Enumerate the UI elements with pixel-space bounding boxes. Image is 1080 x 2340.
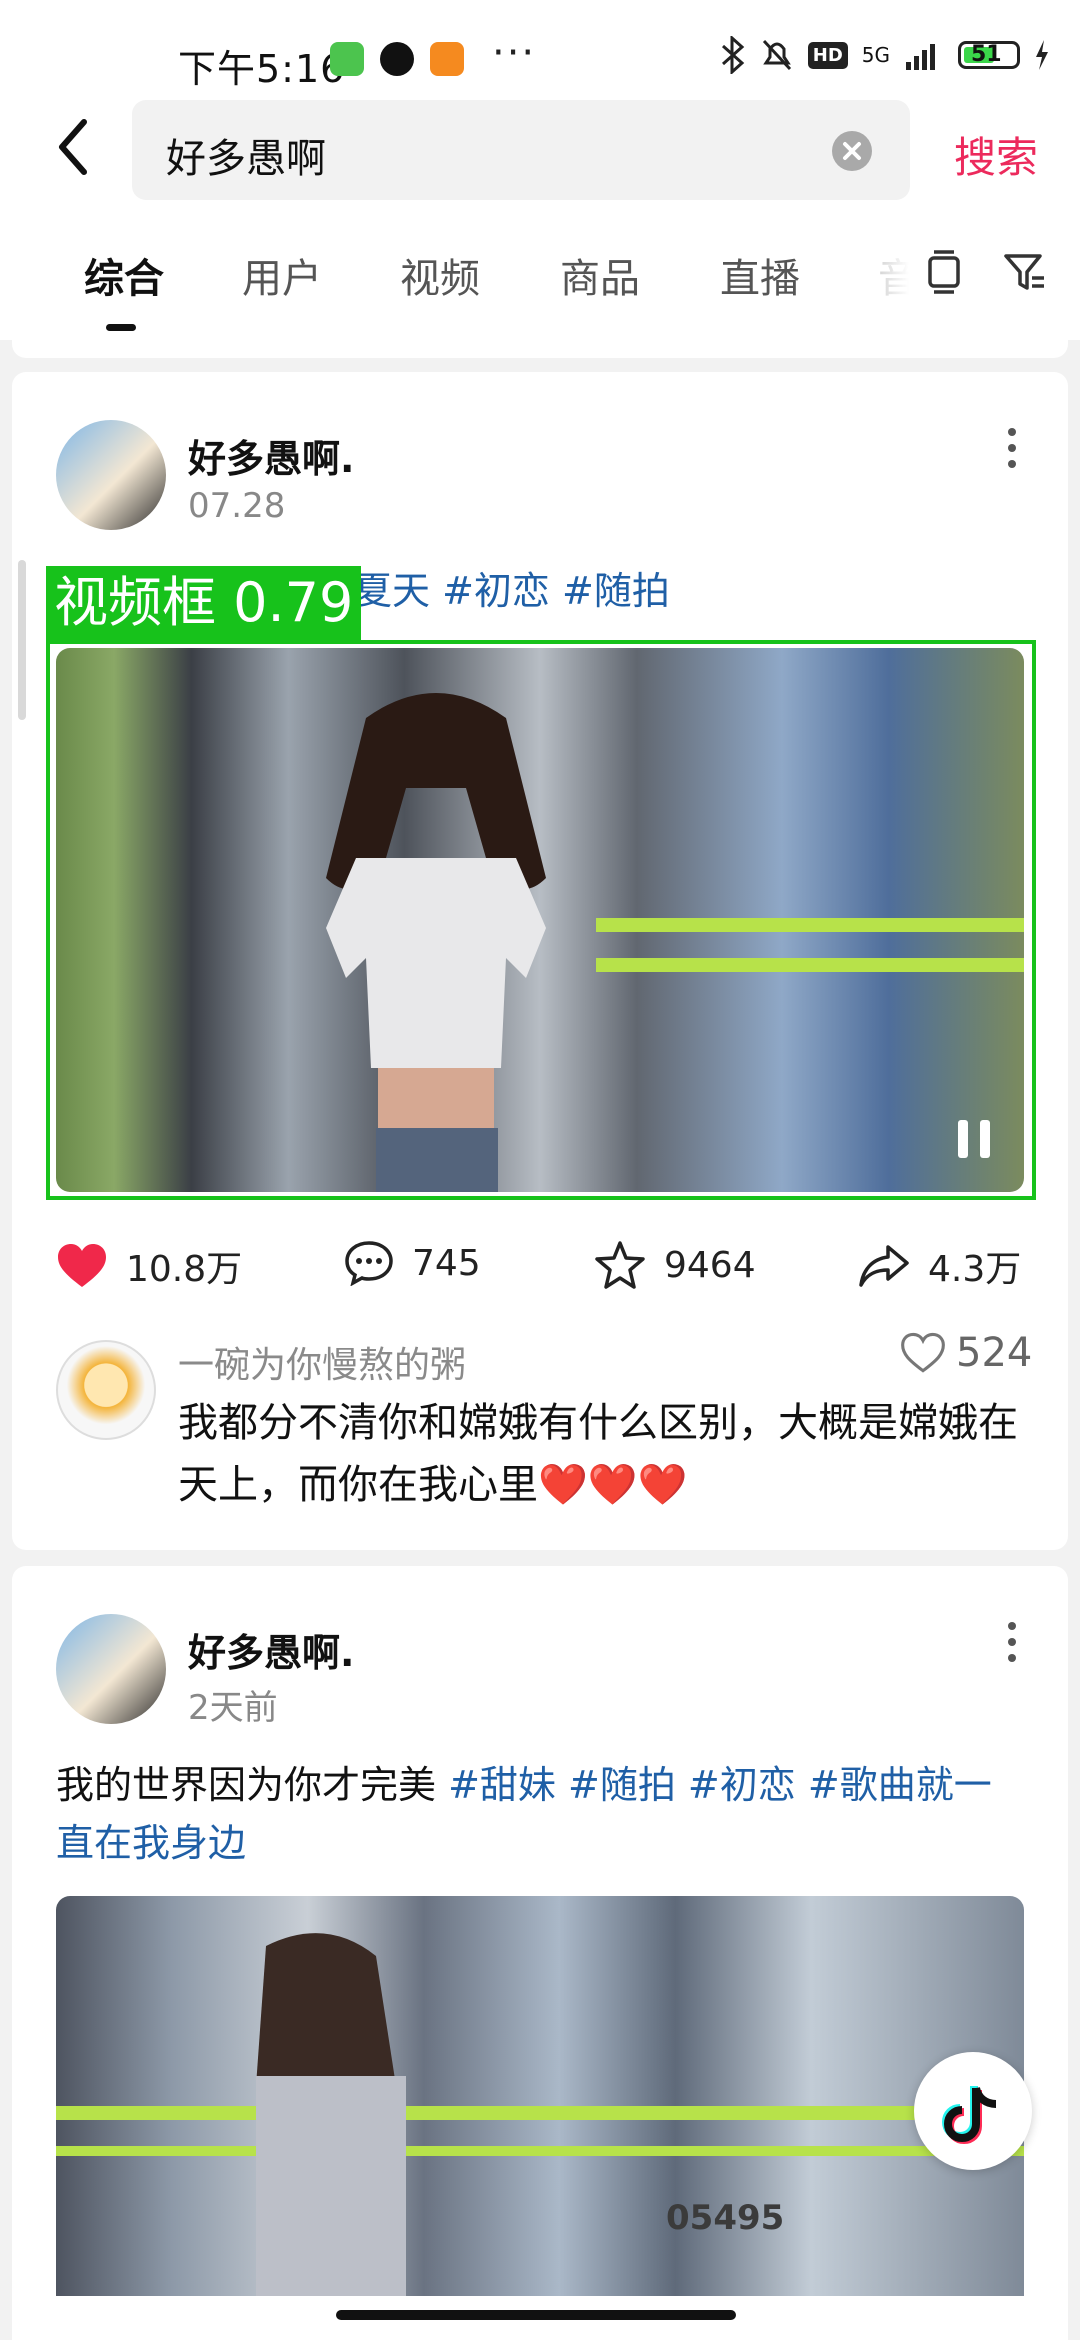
heart-filled-icon bbox=[58, 1244, 106, 1287]
wechat-icon bbox=[330, 42, 364, 76]
author-name[interactable]: 好多愚啊. bbox=[188, 1622, 354, 1677]
comment-icon bbox=[345, 1241, 393, 1286]
comment-stat[interactable]: 745 bbox=[344, 1240, 481, 1286]
status-right: HD 5G 51 bbox=[720, 36, 1050, 74]
avatar[interactable] bbox=[56, 420, 166, 530]
signal-bars-icon bbox=[906, 44, 935, 70]
video-thumbnail[interactable]: 05495 bbox=[56, 1896, 1024, 2296]
caption-text: 我的世界因为你才完美 bbox=[56, 1763, 449, 1807]
share-icon bbox=[859, 1245, 909, 1287]
battery-icon: 51 bbox=[958, 41, 1020, 69]
home-indicator[interactable] bbox=[336, 2310, 736, 2320]
share-count: 4.3万 bbox=[928, 1249, 1022, 1290]
comment-like[interactable]: 524 bbox=[900, 1330, 1032, 1376]
scrollbar[interactable] bbox=[18, 560, 26, 720]
tab-all[interactable]: 综合 bbox=[84, 246, 164, 304]
like-count: 10.8万 bbox=[126, 1249, 243, 1290]
detection-label: 视频框 0.79 bbox=[46, 566, 362, 640]
comment-count: 745 bbox=[412, 1242, 481, 1284]
favorite-stat[interactable]: 9464 bbox=[594, 1240, 756, 1290]
caption-hashtags[interactable]: 夏天 #初恋 #随拍 bbox=[354, 569, 670, 613]
previous-card-edge bbox=[12, 340, 1068, 358]
video-scene bbox=[56, 2106, 1024, 2120]
search-button[interactable]: 搜索 bbox=[954, 124, 1038, 185]
post-caption: 夏天 #初恋 #随拍 bbox=[354, 562, 670, 620]
tab-live[interactable]: 直播 bbox=[720, 246, 800, 304]
hd-badge: HD bbox=[807, 41, 848, 69]
comment-like-count: 524 bbox=[956, 1330, 1033, 1376]
search-query-text: 好多愚啊 bbox=[166, 136, 326, 182]
detection-box bbox=[46, 640, 1036, 1200]
app-58-icon bbox=[430, 42, 464, 76]
more-notifications-icon: ··· bbox=[492, 30, 537, 76]
filter-icon[interactable] bbox=[1000, 248, 1048, 296]
mute-bell-icon bbox=[762, 39, 791, 71]
tab-videos[interactable]: 视频 bbox=[400, 246, 480, 304]
status-time: 下午5:16 bbox=[178, 47, 346, 91]
avatar[interactable] bbox=[56, 1614, 166, 1724]
douyin-button[interactable] bbox=[914, 2052, 1032, 2170]
comment-username[interactable]: 一碗为你慢熬的粥 bbox=[178, 1336, 466, 1388]
comment-text: 我都分不清你和嫦娥有什么区别，大概是嫦娥在天上，而你在我心里❤️❤️❤️ bbox=[178, 1400, 1018, 1508]
qq-icon bbox=[380, 42, 414, 76]
post-caption: 我的世界因为你才完美 #甜妹 #随拍 #初恋 #歌曲就一直在我身边 bbox=[56, 1756, 1016, 1872]
author-name[interactable]: 好多愚啊. bbox=[188, 428, 354, 483]
share-stat[interactable]: 4.3万 bbox=[858, 1240, 1021, 1292]
tab-users[interactable]: 用户 bbox=[242, 246, 322, 304]
back-arrow-icon[interactable] bbox=[48, 112, 100, 182]
more-options-icon[interactable] bbox=[1006, 1618, 1018, 1666]
star-icon bbox=[595, 1241, 645, 1289]
like-stat[interactable]: 10.8万 bbox=[56, 1240, 242, 1292]
comment-avatar[interactable] bbox=[56, 1340, 156, 1440]
clear-search-icon[interactable] bbox=[832, 131, 872, 171]
bluetooth-icon bbox=[721, 36, 744, 74]
tab-products[interactable]: 商品 bbox=[560, 246, 640, 304]
layout-toggle-icon[interactable] bbox=[920, 248, 968, 296]
post-date: 2天前 bbox=[188, 1688, 278, 1728]
video-scene bbox=[56, 2146, 1024, 2156]
active-tab-indicator bbox=[106, 324, 136, 331]
post-date: 07.28 bbox=[188, 486, 286, 526]
charging-icon bbox=[1036, 40, 1048, 70]
video-figure bbox=[256, 1933, 406, 2296]
douyin-logo-icon bbox=[941, 2086, 997, 2145]
more-options-icon[interactable] bbox=[1006, 424, 1018, 472]
heart-outline-icon bbox=[901, 1332, 945, 1373]
train-number: 05495 bbox=[666, 2198, 785, 2238]
signal-label: 5G bbox=[861, 43, 890, 67]
favorite-count: 9464 bbox=[664, 1244, 756, 1286]
